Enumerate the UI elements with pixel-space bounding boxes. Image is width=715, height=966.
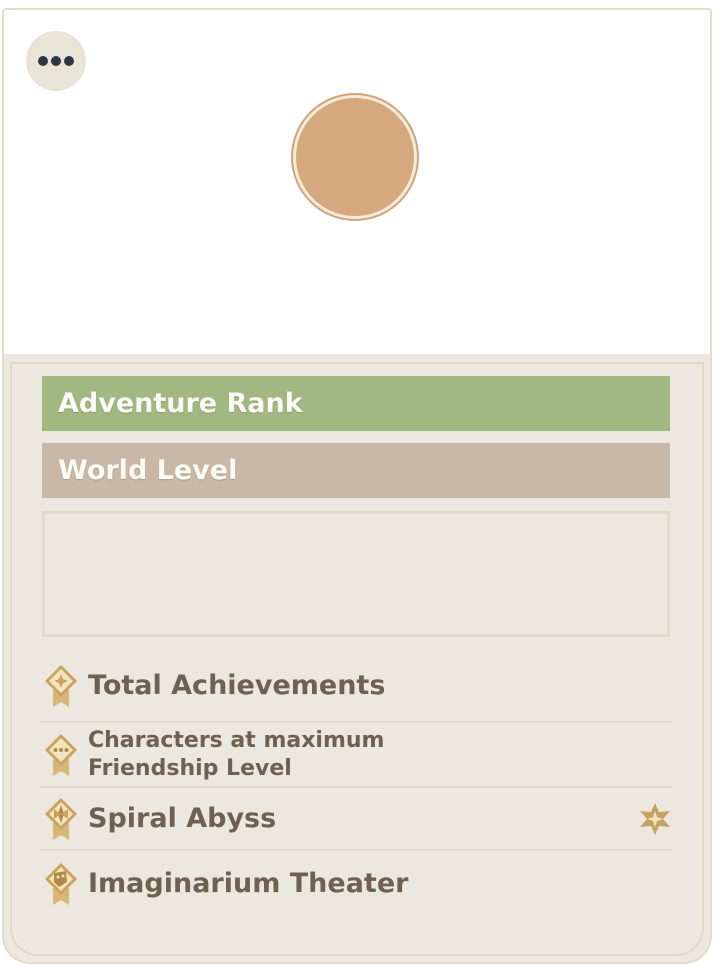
stat-row-friendship: Characters at maximum Friendship Level [40,723,672,788]
friendship-medal-icon [45,733,77,776]
stat-list: Total Achievements Characters at maximum… [40,650,672,916]
stat-label: Total Achievements [88,669,386,701]
achievement-medal-icon [45,664,77,707]
stat-label: Imaginarium Theater [88,867,409,899]
stat-row-imaginarium-theater: Imaginarium Theater [40,851,672,916]
more-dots-icon [38,56,74,66]
more-options-button[interactable] [26,31,86,91]
abyss-star-icon[interactable] [638,802,672,836]
stat-label: Characters at maximum Friendship Level [88,728,385,781]
adventure-rank-label: Adventure Rank [58,388,303,419]
player-profile-card: Adventure Rank World Level Total Achieve… [2,8,712,964]
abyss-medal-icon [45,797,77,840]
stat-row-total-achievements: Total Achievements [40,650,672,723]
stat-row-spiral-abyss: Spiral Abyss [40,788,672,851]
namecard-banner [4,10,710,354]
world-level-bar: World Level [42,443,670,498]
avatar[interactable] [293,95,417,219]
world-level-label: World Level [58,455,238,486]
stat-label: Spiral Abyss [88,802,277,834]
theater-medal-icon [45,862,77,905]
signature-box[interactable] [42,511,670,637]
adventure-rank-bar: Adventure Rank [42,376,670,431]
